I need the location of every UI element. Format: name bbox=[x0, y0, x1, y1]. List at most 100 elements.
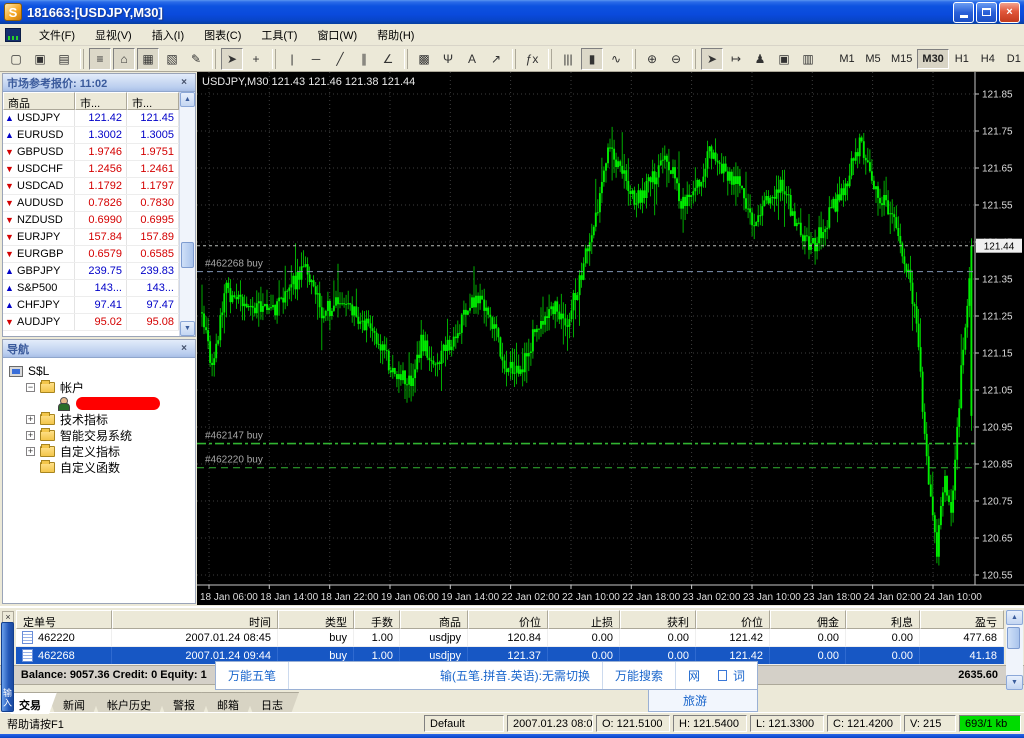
expand-icon[interactable]: + bbox=[26, 447, 35, 456]
chart-window-icon[interactable] bbox=[5, 28, 21, 42]
menu-item-4[interactable]: 工具(T) bbox=[251, 24, 307, 46]
ime-engine-button[interactable]: 万能五笔 bbox=[216, 662, 289, 689]
terminal-col-11[interactable]: 盈亏 bbox=[920, 610, 1004, 629]
market-watch-row-EURJPY[interactable]: ▼EURJPY157.84157.89 bbox=[3, 229, 195, 246]
market-watch-col-0[interactable]: 商品 bbox=[3, 92, 75, 110]
navigator-item-帐户[interactable]: −帐户 bbox=[3, 379, 195, 395]
terminal-col-3[interactable]: 手数 bbox=[354, 610, 400, 629]
restore-button[interactable] bbox=[976, 2, 997, 23]
market-watch-row-S&P500[interactable]: ▲S&P500143...143... bbox=[3, 280, 195, 297]
scroll-thumb[interactable] bbox=[181, 242, 194, 268]
timeframe-m15[interactable]: M15 bbox=[886, 49, 917, 69]
zoom-out-button[interactable]: ⊖ bbox=[665, 48, 687, 70]
navigator-item-自定义指标[interactable]: +自定义指标 bbox=[3, 443, 195, 459]
line-chart-button[interactable]: ∿ bbox=[605, 48, 627, 70]
menu-item-0[interactable]: 文件(F) bbox=[29, 24, 85, 46]
print-button[interactable]: ▤ bbox=[53, 48, 75, 70]
menu-item-2[interactable]: 插入(I) bbox=[142, 24, 194, 46]
ime-vertical-handle[interactable]: 输入 bbox=[1, 622, 14, 712]
market-watch-row-GBPUSD[interactable]: ▼GBPUSD1.97461.9751 bbox=[3, 144, 195, 161]
styler-button[interactable]: ✎ bbox=[185, 48, 207, 70]
scroll-up-icon[interactable]: ▲ bbox=[1006, 610, 1023, 625]
order-row-462220[interactable]: 4622202007.01.24 08:45buy1.00usdjpy120.8… bbox=[16, 629, 1004, 647]
market-watch-col-1[interactable]: 市... bbox=[75, 92, 127, 110]
market-watch-row-NZDUSD[interactable]: ▼NZDUSD0.69900.6995 bbox=[3, 212, 195, 229]
profiles-button[interactable]: ▥ bbox=[797, 48, 819, 70]
market-watch-row-GBPJPY[interactable]: ▲GBPJPY239.75239.83 bbox=[3, 263, 195, 280]
navigator-item-S$L[interactable]: S$L bbox=[3, 363, 195, 379]
scroll-down-icon[interactable]: ▼ bbox=[180, 321, 195, 336]
new-window-button[interactable]: ▣ bbox=[773, 48, 795, 70]
navigator-item-自定义函数[interactable]: 自定义函数 bbox=[3, 459, 195, 475]
market-watch-row-AUDUSD[interactable]: ▼AUDUSD0.78260.7830 bbox=[3, 195, 195, 212]
bar-chart-button[interactable]: ||| bbox=[557, 48, 579, 70]
save-button[interactable]: ▣ bbox=[29, 48, 51, 70]
terminal-button[interactable]: ▦ bbox=[137, 48, 159, 70]
indicators-button[interactable]: ƒx bbox=[521, 48, 543, 70]
auto-scroll-button[interactable]: ➤ bbox=[701, 48, 723, 70]
market-watch-row-USDCAD[interactable]: ▼USDCAD1.17921.1797 bbox=[3, 178, 195, 195]
menu-item-6[interactable]: 帮助(H) bbox=[367, 24, 424, 46]
navigator-close-icon[interactable]: × bbox=[177, 342, 191, 356]
collapse-icon[interactable]: − bbox=[26, 383, 35, 392]
market-watch-row-EURGBP[interactable]: ▼EURGBP0.65790.6585 bbox=[3, 246, 195, 263]
arrow-objects-button[interactable]: ↗ bbox=[485, 48, 507, 70]
market-watch-scrollbar[interactable]: ▲ ▼ bbox=[179, 92, 195, 336]
price-chart[interactable]: #462268 buy#462147 buy#462220 buy121.851… bbox=[197, 72, 1024, 605]
close-button[interactable]: × bbox=[999, 2, 1020, 23]
navigator-item-智能交易系统[interactable]: +智能交易系统 bbox=[3, 427, 195, 443]
menu-item-1[interactable]: 显视(V) bbox=[85, 24, 142, 46]
market-watch-col-2[interactable]: 市... bbox=[127, 92, 179, 110]
terminal-col-9[interactable]: 佣金 bbox=[770, 610, 846, 629]
terminal-col-4[interactable]: 商品 bbox=[400, 610, 468, 629]
chart-shift-button[interactable]: ↦ bbox=[725, 48, 747, 70]
terminal-col-5[interactable]: 价位 bbox=[468, 610, 548, 629]
menu-item-3[interactable]: 图表(C) bbox=[194, 24, 251, 46]
minimize-button[interactable] bbox=[953, 2, 974, 23]
zoom-in-button[interactable]: ⊕ bbox=[641, 48, 663, 70]
market-watch-row-EURUSD[interactable]: ▲EURUSD1.30021.3005 bbox=[3, 127, 195, 144]
terminal-col-10[interactable]: 利息 bbox=[846, 610, 920, 629]
timeframe-m5[interactable]: M5 bbox=[860, 49, 886, 69]
navigator-item-技术指标[interactable]: +技术指标 bbox=[3, 411, 195, 427]
timeframe-m1[interactable]: M1 bbox=[834, 49, 860, 69]
scroll-down-icon[interactable]: ▼ bbox=[1006, 675, 1023, 690]
market-watch-row-CHFJPY[interactable]: ▲CHFJPY97.4197.47 bbox=[3, 297, 195, 314]
ime-web-button[interactable]: 网 bbox=[676, 662, 712, 689]
crosshair-button[interactable]: + bbox=[245, 48, 267, 70]
timeframe-m30[interactable]: M30 bbox=[917, 49, 948, 69]
terminal-tab-帐户历史[interactable]: 帐户历史 bbox=[91, 692, 167, 714]
menu-item-5[interactable]: 窗口(W) bbox=[307, 24, 367, 46]
candlestick-chart-button[interactable]: ▮ bbox=[581, 48, 603, 70]
expand-icon[interactable]: + bbox=[26, 415, 35, 424]
ime-word-button[interactable]: 词 bbox=[733, 662, 757, 689]
pitchfork-button[interactable]: Ψ bbox=[437, 48, 459, 70]
chart-properties-button[interactable]: ▧ bbox=[161, 48, 183, 70]
timeframe-d1[interactable]: D1 bbox=[1001, 49, 1024, 69]
terminal-col-8[interactable]: 价位 bbox=[696, 610, 770, 629]
new-chart-button[interactable]: ▢ bbox=[5, 48, 27, 70]
terminal-col-6[interactable]: 止损 bbox=[548, 610, 620, 629]
scroll-up-icon[interactable]: ▲ bbox=[180, 92, 195, 107]
grid-button[interactable]: ▩ bbox=[413, 48, 435, 70]
trendline-button[interactable]: ╱ bbox=[329, 48, 351, 70]
scroll-thumb[interactable] bbox=[1007, 627, 1020, 649]
navigator-item-account[interactable] bbox=[3, 395, 195, 411]
ime-doc-icon[interactable] bbox=[718, 670, 727, 681]
market-watch-close-icon[interactable]: × bbox=[177, 76, 191, 90]
navigator-button[interactable]: ⌂ bbox=[113, 48, 135, 70]
text-label-button[interactable]: A bbox=[461, 48, 483, 70]
expand-icon[interactable]: + bbox=[26, 431, 35, 440]
ime-search-button[interactable]: 万能搜索 bbox=[603, 662, 676, 689]
market-watch-row-USDJPY[interactable]: ▲USDJPY121.42121.45 bbox=[3, 110, 195, 127]
terminal-col-0[interactable]: 定单号 bbox=[16, 610, 112, 629]
channel-button[interactable]: ∥ bbox=[353, 48, 375, 70]
timeframe-h4[interactable]: H4 bbox=[975, 49, 1001, 69]
market-watch-row-USDCHF[interactable]: ▼USDCHF1.24561.2461 bbox=[3, 161, 195, 178]
market-watch-row-AUDJPY[interactable]: ▼AUDJPY95.0295.08 bbox=[3, 314, 195, 331]
terminal-col-2[interactable]: 类型 bbox=[278, 610, 354, 629]
terminal-col-7[interactable]: 获利 bbox=[620, 610, 696, 629]
terminal-tab-日志[interactable]: 日志 bbox=[245, 692, 299, 714]
ime-suggestion[interactable]: 旅游 bbox=[648, 690, 758, 712]
horizontal-line-button[interactable]: ─ bbox=[305, 48, 327, 70]
